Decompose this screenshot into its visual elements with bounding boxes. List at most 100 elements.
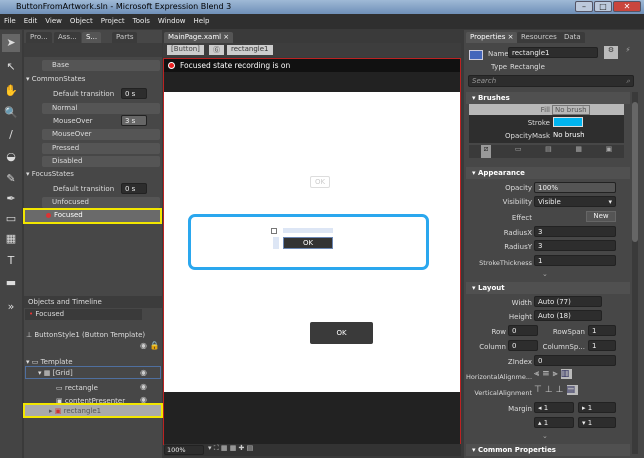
brush-type-tabs: ⧄ ▭ ▤ ▦ ▣: [469, 145, 624, 158]
no-brush-icon[interactable]: ⧄: [480, 145, 492, 158]
resource-brush-icon[interactable]: ▣: [606, 145, 613, 158]
control-tool-icon[interactable]: ▬: [2, 274, 20, 292]
radiusx-input[interactable]: 3: [534, 226, 616, 237]
menu-file[interactable]: File: [4, 17, 16, 26]
toolbox: ➤ ↖ ✋ 🔍 / ◒ ✎ ✒ ▭ ▦ T ▬ »: [0, 30, 22, 458]
margin-top-input[interactable]: ▴ 1: [534, 417, 574, 428]
margin-right-input[interactable]: ▸ 1: [578, 402, 616, 413]
section-title: Common Properties: [477, 446, 556, 454]
pencil-tool-icon[interactable]: ✎: [2, 170, 20, 188]
section-layout[interactable]: ▾ Layout: [466, 282, 630, 294]
tab-projects[interactable]: Pro...: [26, 32, 52, 43]
halign-buttons[interactable]: ⫷≡⫸▥: [534, 369, 573, 379]
ok-button[interactable]: OK: [310, 322, 373, 344]
state-mouseover[interactable]: MouseOver: [42, 129, 160, 140]
properties-view-icon[interactable]: ⚙: [604, 46, 618, 59]
eye-icon[interactable]: ◉: [140, 368, 147, 377]
menu-view[interactable]: View: [45, 17, 62, 26]
events-view-icon[interactable]: ⚡: [621, 46, 635, 59]
transition-mouseover[interactable]: MouseOver: [53, 117, 93, 125]
tab-parts[interactable]: Parts: [112, 32, 138, 43]
section-appearance[interactable]: ▾ Appearance: [466, 167, 630, 179]
section-common-properties[interactable]: ▾ Common Properties: [466, 444, 630, 456]
tile-brush-icon[interactable]: ▦: [575, 145, 582, 158]
visibility-value: Visible: [538, 198, 561, 206]
menu-window[interactable]: Window: [158, 17, 186, 26]
rowspan-input[interactable]: 1: [588, 325, 616, 336]
eye-icon[interactable]: ◉: [140, 395, 147, 404]
state-focused[interactable]: Focused: [54, 211, 83, 219]
menu-edit[interactable]: Edit: [24, 17, 38, 26]
zoom-tool-icon[interactable]: 🔍: [2, 104, 20, 122]
default-transition-input[interactable]: 0 s: [121, 88, 147, 99]
state-unfocused[interactable]: Unfocused: [42, 197, 160, 208]
expand-more-icon[interactable]: ⌄: [542, 432, 548, 440]
opacity-input[interactable]: 100%: [534, 182, 616, 193]
tab-properties[interactable]: Properties ×: [466, 32, 518, 43]
default-transition-input[interactable]: 0 s: [121, 183, 147, 194]
selection-tool-icon[interactable]: ➤: [2, 34, 20, 52]
state-group-common: ▾ CommonStates: [26, 75, 86, 83]
pan-tool-icon[interactable]: ✋: [2, 82, 20, 100]
width-input[interactable]: Auto (77): [534, 296, 602, 307]
row-input[interactable]: 0: [508, 325, 538, 336]
tab-data[interactable]: Data: [560, 32, 585, 43]
maximize-button[interactable]: □: [594, 1, 612, 12]
state-pressed[interactable]: Pressed: [42, 143, 160, 154]
tab-states[interactable]: S...: [82, 32, 102, 43]
radiusy-input[interactable]: 3: [534, 240, 616, 251]
eye-icon[interactable]: ◉ 🔒: [140, 341, 159, 350]
ok-button-ghost[interactable]: OK: [310, 176, 330, 188]
tab-resources[interactable]: Resources: [517, 32, 561, 43]
transition-duration-input[interactable]: 3 s: [121, 115, 147, 126]
tree-item-rectangle1[interactable]: ▸ ▣ rectangle1: [23, 403, 163, 418]
eyedropper-tool-icon[interactable]: /: [2, 126, 20, 144]
eye-icon[interactable]: ◉: [140, 382, 147, 391]
breadcrumb-button[interactable]: [Button]: [167, 45, 204, 55]
assets-expand-icon[interactable]: »: [2, 298, 20, 316]
snap-toggles-icon[interactable]: ▾ ⛶ ▦ ▦ ✚ ▤: [208, 444, 253, 453]
rectangle-tool-icon[interactable]: ▭: [2, 210, 20, 228]
zindex-label: ZIndex: [507, 358, 532, 366]
zoom-input[interactable]: 100%: [164, 445, 204, 455]
fill-value: No brush: [552, 105, 590, 115]
scrollbar-thumb[interactable]: [632, 102, 638, 242]
stroke-swatch[interactable]: [553, 117, 583, 127]
close-button[interactable]: ✕: [613, 1, 641, 12]
valign-buttons[interactable]: ⊤⊥⊥▤: [534, 385, 579, 395]
expand-more-icon[interactable]: ⌄: [542, 270, 548, 278]
strokethickness-input[interactable]: 1: [534, 255, 616, 266]
state-base[interactable]: Base: [42, 60, 160, 71]
pen-tool-icon[interactable]: ✒: [2, 190, 20, 208]
grid-tool-icon[interactable]: ▦: [2, 230, 20, 248]
tab-assets[interactable]: Ass...: [54, 32, 81, 43]
menu-tools[interactable]: Tools: [133, 17, 150, 26]
properties-scrollbar[interactable]: [632, 92, 638, 454]
columnspan-input[interactable]: 1: [588, 340, 616, 351]
solid-brush-icon[interactable]: ▭: [515, 145, 522, 158]
visibility-select[interactable]: Visible ▾: [534, 196, 616, 207]
minimize-button[interactable]: –: [575, 1, 593, 12]
zindex-input[interactable]: 0: [534, 355, 616, 366]
direct-selection-tool-icon[interactable]: ↖: [2, 58, 20, 76]
breadcrumb-rectangle1[interactable]: rectangle1: [227, 45, 273, 55]
text-tool-icon[interactable]: T: [2, 252, 20, 270]
state-normal[interactable]: Normal: [42, 103, 160, 114]
paint-bucket-tool-icon[interactable]: ◒: [2, 148, 20, 166]
state-disabled[interactable]: Disabled: [42, 156, 160, 167]
menu-project[interactable]: Project: [101, 17, 125, 26]
ok-button-selected[interactable]: OK: [283, 237, 333, 249]
tab-mainpage[interactable]: MainPage.xaml ×: [164, 32, 234, 43]
breadcrumb-template[interactable]: Ⓖ: [209, 45, 224, 55]
gradient-brush-icon[interactable]: ▤: [545, 145, 552, 158]
name-input[interactable]: rectangle1: [508, 47, 598, 58]
margin-left-input[interactable]: ◂ 1: [534, 402, 574, 413]
section-brushes[interactable]: ▾ Brushes: [466, 92, 630, 104]
menu-object[interactable]: Object: [70, 17, 93, 26]
height-input[interactable]: Auto (18): [534, 310, 602, 321]
effect-new-button[interactable]: New: [586, 211, 616, 222]
margin-bottom-input[interactable]: ▾ 1: [578, 417, 616, 428]
menu-help[interactable]: Help: [194, 17, 210, 26]
search-input[interactable]: Search ⌕: [468, 75, 634, 87]
column-input[interactable]: 0: [508, 340, 538, 351]
